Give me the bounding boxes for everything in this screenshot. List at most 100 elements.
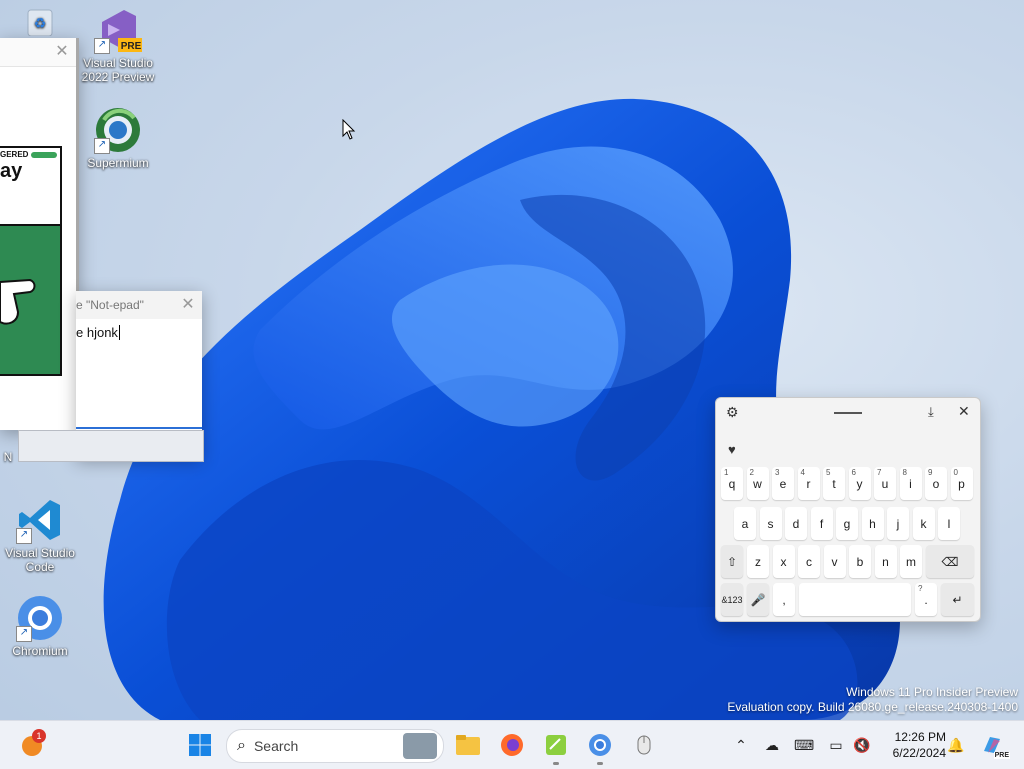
watermark-line1: Windows 11 Pro Insider Preview (846, 685, 1018, 699)
key-a[interactable]: a (734, 507, 756, 540)
key-z[interactable]: z (747, 545, 769, 578)
comic-hand-drawing (0, 278, 36, 325)
desktop-icon-visual-studio-code[interactable]: ↗ Visual Studio Code (2, 496, 78, 574)
key-x[interactable]: x (772, 545, 795, 578)
key-d[interactable]: d (785, 507, 807, 540)
keyboard-close-icon[interactable]: ✕ (958, 403, 970, 420)
space-key[interactable] (799, 583, 911, 616)
key-alt-label: 6 (851, 468, 856, 477)
keyboard-settings-icon[interactable]: ⚙ (726, 404, 739, 421)
key-r[interactable]: 4r (797, 467, 820, 500)
comic-window-titlebar[interactable]: ✕ (0, 38, 76, 67)
key-h[interactable]: h (861, 507, 884, 540)
widgets-button[interactable]: 1 (16, 729, 48, 761)
key-alt-label: 9 (928, 468, 933, 477)
key-label: b (856, 554, 864, 569)
emoji-clipboard-icon[interactable]: ♥ (728, 442, 736, 457)
notepad-titlebar[interactable]: e "Not-epad" ✕ (76, 291, 202, 320)
key-y[interactable]: 6y (848, 467, 871, 500)
period-key-label: . (924, 592, 928, 607)
key-l[interactable]: l (938, 507, 960, 540)
network-off-icon[interactable]: ☁ (762, 735, 782, 755)
microphone-key[interactable]: 🎤 (747, 583, 769, 616)
icon-label-line1: Visual Studio (5, 546, 75, 560)
key-label: z (755, 554, 761, 569)
key-label: r (806, 476, 811, 491)
desktop-icon-visual-studio-2022-preview[interactable]: PRE ↗ Visual Studio 2022 Preview (80, 6, 156, 84)
taskbar: 1 ⌕ Search ⌃ ☁ ⌨ ▭ 🔇 12:26 PM 6/22/2024 … (0, 720, 1024, 769)
desktop-icon-supermium[interactable]: ↗ Supermium (80, 106, 156, 170)
symbols-key[interactable]: &123 (721, 583, 743, 616)
key-t[interactable]: 5t (823, 467, 845, 500)
close-button[interactable]: ✕ (48, 38, 76, 66)
key-m[interactable]: m (900, 545, 922, 578)
copilot-button[interactable]: PRE (976, 729, 1010, 761)
icon-label-line1: Visual Studio (83, 56, 153, 70)
notification-badge: 1 (32, 729, 46, 743)
taskbar-chromium[interactable] (584, 729, 616, 765)
folder-icon (456, 735, 480, 755)
close-button[interactable]: ✕ (174, 291, 202, 319)
touch-keyboard[interactable]: ⚙ ⤓ ✕ ♥ 1q2w3e4r5t6y7u8i9o0pasdfghjklzxc… (715, 397, 981, 622)
keyboard-icon[interactable]: ⌨ (794, 735, 814, 755)
key-w[interactable]: 2w (746, 467, 769, 500)
key-s[interactable]: s (759, 507, 782, 540)
keyboard-drag-handle[interactable] (834, 412, 862, 414)
volume-muted-icon[interactable]: 🔇 (852, 735, 872, 755)
svg-text:♻: ♻ (34, 15, 47, 31)
key-k[interactable]: k (912, 507, 935, 540)
key-n[interactable]: n (874, 545, 897, 578)
icon-label: Supermium (87, 156, 149, 170)
key-g[interactable]: g (836, 507, 858, 540)
key-q[interactable]: 1q (721, 467, 743, 500)
desktop-icon-chromium[interactable]: ↗ Chromium (2, 594, 78, 658)
key-v[interactable]: v (823, 545, 846, 578)
keyboard-dock-icon[interactable]: ⤓ (928, 404, 934, 420)
chromium-icon (589, 734, 611, 756)
key-label: c (806, 554, 812, 569)
key-label: a (741, 516, 749, 531)
enter-key[interactable]: ↵ (941, 583, 974, 616)
window-shadow-strip (18, 430, 204, 462)
taskbar-file-explorer[interactable] (452, 729, 484, 761)
display-icon[interactable]: ▭ (826, 735, 846, 755)
period-key[interactable]: ? . (915, 583, 937, 616)
key-b[interactable]: b (849, 545, 871, 578)
key-label: g (843, 516, 851, 531)
show-hidden-icons-chevron-icon[interactable]: ⌃ (731, 735, 751, 755)
mouse-icon (637, 735, 651, 755)
notepad-title: e "Not-epad" (76, 298, 144, 312)
shift-key[interactable]: ⇧ (721, 545, 743, 578)
notification-bell-icon[interactable]: 🔔 (946, 735, 966, 755)
clock-date: 6/22/2024 (892, 746, 946, 760)
key-alt-label: 4 (800, 468, 805, 477)
backspace-key[interactable]: ⌫ (926, 545, 974, 578)
comic-window[interactable]: ✕ ay GERED (0, 38, 79, 430)
icon-label-line2: 2022 Preview (81, 70, 155, 84)
start-button[interactable] (184, 729, 216, 761)
key-p[interactable]: 0p (950, 467, 973, 500)
key-c[interactable]: c (798, 545, 820, 578)
comma-key[interactable]: , (773, 583, 795, 616)
pre-badge: PRE (120, 41, 142, 52)
key-o[interactable]: 9o (925, 467, 947, 500)
search-highlight-icon (403, 733, 437, 759)
key-u[interactable]: 7u (874, 467, 896, 500)
copilot-pre-badge: PRE (993, 752, 1010, 759)
vscode-icon: ↗ (16, 496, 64, 544)
key-j[interactable]: j (887, 507, 909, 540)
key-label: u (881, 476, 889, 491)
recycle-bin-icon: ♻ (18, 6, 58, 37)
key-f[interactable]: f (810, 507, 833, 540)
taskbar-mouse-app[interactable] (628, 729, 660, 761)
notepad-text-area[interactable]: e hjonk (76, 319, 202, 431)
desktop-icon-recycle-bin[interactable]: ♻ (0, 6, 76, 38)
key-e[interactable]: 3e (772, 467, 794, 500)
taskbar-search[interactable]: ⌕ Search (226, 729, 444, 763)
taskbar-firefox[interactable] (496, 729, 528, 761)
key-label: k (920, 516, 927, 531)
clock[interactable]: 12:26 PM 6/22/2024 (882, 729, 946, 761)
key-i[interactable]: 8i (899, 467, 922, 500)
taskbar-notepad-app[interactable] (540, 729, 572, 765)
key-label: x (780, 554, 787, 569)
